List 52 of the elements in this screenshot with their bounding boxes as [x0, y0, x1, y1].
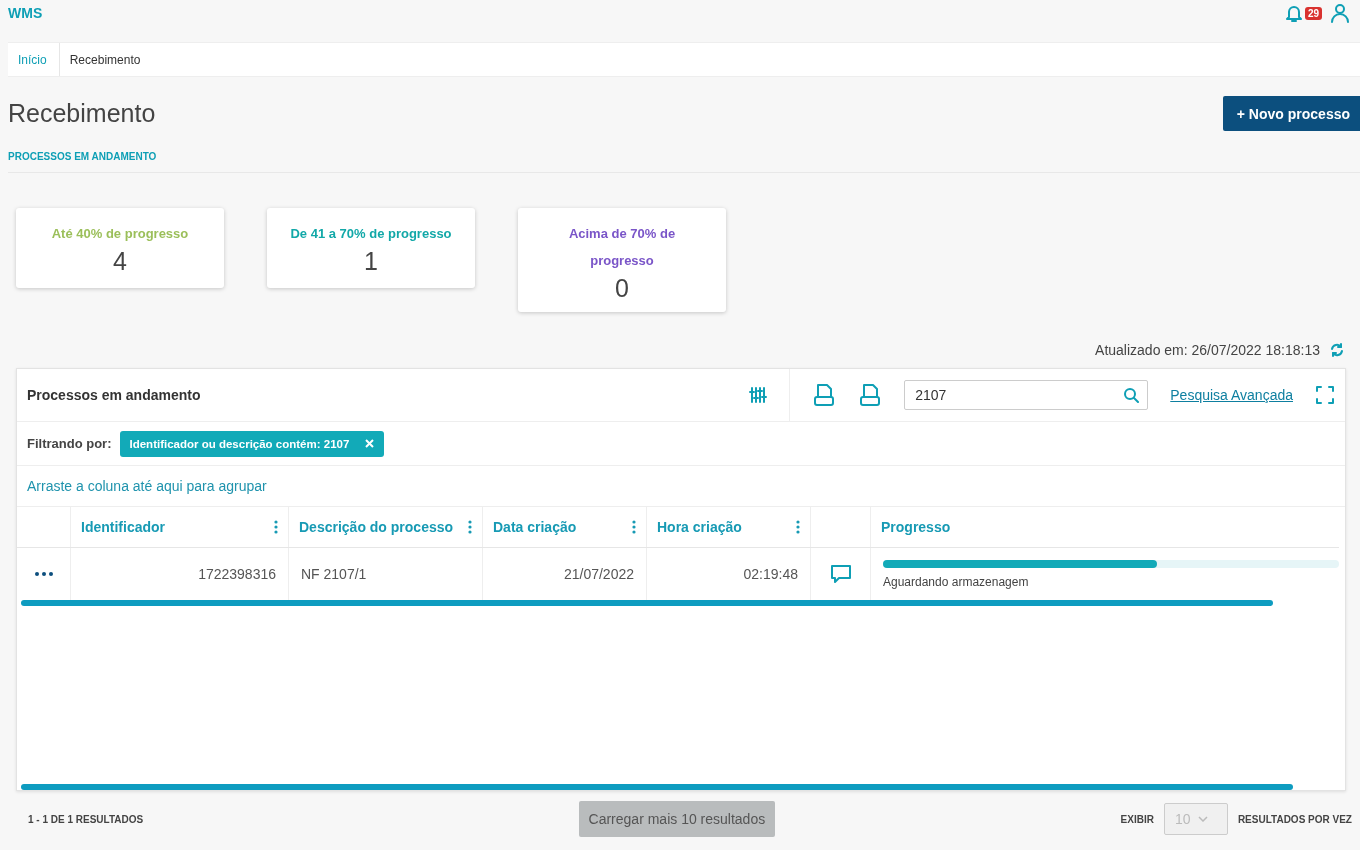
- table-cell: NF 2107/1: [301, 566, 367, 582]
- bell-icon[interactable]: [1283, 3, 1304, 23]
- card-count: 1: [363, 247, 379, 275]
- breadcrumb-item[interactable]: Recebimento: [59, 43, 153, 76]
- column-header[interactable]: Data criação: [493, 519, 577, 535]
- table-cell: 21/07/2022: [563, 566, 634, 582]
- notification-badge: 29: [1304, 6, 1322, 20]
- file-icon[interactable]: [812, 383, 837, 407]
- kebab-menu-icon[interactable]: [632, 520, 636, 534]
- card-label: De 41 a 70% de progresso: [289, 225, 453, 243]
- kebab-menu-icon[interactable]: [468, 520, 472, 534]
- comment-icon[interactable]: [829, 564, 852, 584]
- scrollbar[interactable]: [21, 600, 1273, 606]
- search-field[interactable]: 2107: [904, 380, 1149, 410]
- scrollbar[interactable]: [21, 784, 1293, 790]
- column-header[interactable]: Hora criação: [657, 519, 742, 535]
- column-header[interactable]: Identificador: [81, 519, 165, 535]
- fullscreen-icon[interactable]: [1315, 385, 1335, 405]
- column-header[interactable]: Progresso: [881, 519, 951, 535]
- page-title: Recebimento: [8, 99, 156, 128]
- file-icon[interactable]: [858, 383, 883, 407]
- new-process-button[interactable]: + Novo processo: [1222, 96, 1360, 131]
- advanced-search-link[interactable]: Pesquisa Avançada: [1170, 387, 1293, 403]
- section-label: PROCESSOS EM ANDAMENTO: [8, 151, 158, 162]
- table-cell: 1722398316: [198, 566, 276, 582]
- results-count: 1 - 1 DE 1 RESULTADOS: [28, 813, 144, 825]
- filter-label: Filtrando por:: [27, 436, 112, 451]
- refresh-icon[interactable]: [1330, 343, 1344, 357]
- app-logo[interactable]: WMS: [8, 5, 43, 21]
- progress-status: Aguardando armazenagem: [883, 574, 1030, 589]
- card-label: Até 40% de progresso: [50, 225, 190, 243]
- user-icon[interactable]: [1330, 3, 1350, 23]
- sliders-icon[interactable]: [749, 386, 768, 404]
- show-label: EXIBIR: [1120, 813, 1154, 825]
- updated-timestamp: Atualizado em: 26/07/2022 18:18:13: [1095, 342, 1320, 358]
- grid-title: Processos em andamento: [27, 387, 202, 403]
- group-hint: Arraste a coluna até aqui para agrupar: [17, 466, 1345, 507]
- more-icon[interactable]: [34, 572, 53, 576]
- caret-icon: [1198, 816, 1209, 822]
- card-label: Acima de 70% de progresso: [567, 225, 677, 270]
- filter-chip[interactable]: Identificador ou descrição contém: 2107: [119, 430, 385, 457]
- kebab-menu-icon[interactable]: [796, 520, 800, 534]
- close-icon[interactable]: [365, 439, 375, 448]
- filter-text: Identificador ou descrição contém: 2107: [129, 437, 350, 450]
- search-icon[interactable]: [1123, 387, 1140, 403]
- kebab-menu-icon[interactable]: [274, 520, 278, 534]
- card-count: 0: [614, 274, 630, 302]
- column-header[interactable]: Descrição do processo: [299, 519, 454, 535]
- card-count: 4: [112, 247, 128, 275]
- per-page-label: RESULTADOS POR VEZ: [1237, 813, 1352, 825]
- breadcrumb-item[interactable]: Início: [8, 43, 60, 76]
- table-cell: 02:19:48: [743, 566, 798, 582]
